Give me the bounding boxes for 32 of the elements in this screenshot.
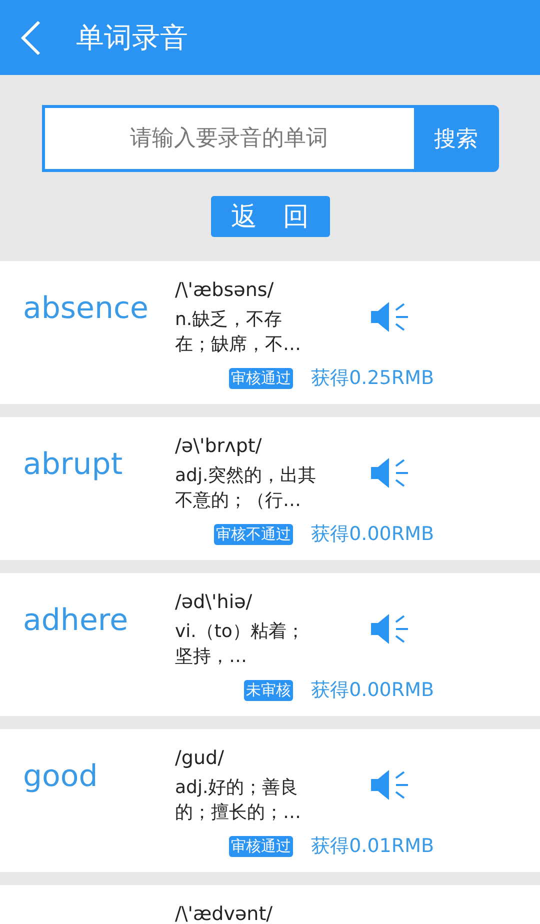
word-text: absence: [22, 291, 150, 326]
definition-text: n.缺乏，不存在；缺席，不…: [175, 308, 302, 357]
earnings-text: 获得0.00RMB: [311, 522, 434, 547]
phonetic-text: /\'æbsəns/: [175, 279, 275, 301]
word-card[interactable]: absence /\'æbsəns/ n.缺乏，不存在；缺席，不… 审核通过 获得0.25RMB: [0, 261, 540, 404]
word-card[interactable]: good /gud/ adj.好的；善良的；擅长的；… 审核通过 获得0.01RMB: [0, 729, 540, 872]
search-field[interactable]: 请输入要录音的单词: [42, 105, 414, 172]
review-status-badge: 审核通过: [229, 368, 294, 388]
earnings-text: 获得0.25RMB: [311, 366, 434, 391]
definition-text: adj.突然的，出其不意的；（行…: [175, 464, 317, 513]
speaker-icon[interactable]: [370, 301, 410, 333]
phonetic-text: /ə\'brʌpt/: [175, 435, 263, 457]
review-status-badge: 未审核: [244, 680, 294, 700]
word-text: abrupt: [22, 447, 124, 482]
word-card[interactable]: /\'ædvənt/: [0, 885, 540, 924]
word-text: adhere: [22, 603, 130, 638]
earnings-text: 获得0.01RMB: [311, 834, 434, 859]
speaker-icon[interactable]: [370, 457, 410, 489]
word-card[interactable]: abrupt /ə\'brʌpt/ adj.突然的，出其不意的；（行… 审核不通过 获得0.00RMB: [0, 417, 540, 560]
review-status-badge: 审核不通过: [214, 524, 294, 544]
definition-text: vi.（to）粘着；坚持，…: [175, 620, 306, 669]
word-text: good: [22, 759, 99, 794]
speaker-icon[interactable]: [370, 769, 410, 801]
earnings-text: 获得0.00RMB: [311, 678, 434, 703]
definition-text: adj.好的；善良的；擅长的；…: [175, 776, 302, 825]
word-card[interactable]: adhere /əd\'hiə/ vi.（to）粘着；坚持，… 未审核 获得0.00RMB: [0, 573, 540, 716]
speaker-icon[interactable]: [370, 613, 410, 645]
page-title: 单词录音: [76, 20, 188, 56]
phonetic-text: /gud/: [175, 747, 225, 769]
review-status-badge: 审核通过: [229, 836, 294, 856]
phonetic-text: /əd\'hiə/: [175, 591, 254, 613]
phonetic-text: /\'ædvənt/: [175, 903, 274, 924]
